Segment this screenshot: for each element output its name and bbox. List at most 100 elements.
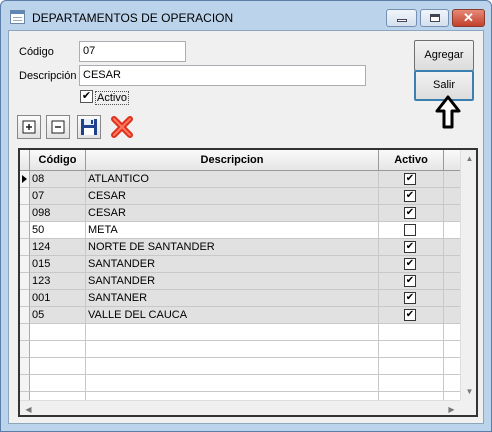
table-row[interactable]: 50 META [20,222,460,239]
row-selector[interactable] [20,273,30,290]
row-selector[interactable] [20,256,30,273]
title-bar[interactable]: DEPARTAMENTOS DE OPERACION ✕ [1,1,491,31]
cell-codigo[interactable] [30,358,86,375]
cell-descripcion[interactable]: CESAR [86,205,379,222]
cell-codigo[interactable] [30,341,86,358]
row-selector[interactable] [20,171,30,188]
close-button[interactable]: ✕ [452,9,485,27]
cell-codigo[interactable]: 124 [30,239,86,256]
scroll-left-icon[interactable]: ◀ [20,401,37,415]
empty-table-row[interactable] [20,358,460,375]
cell-descripcion[interactable]: ATLANTICO [86,171,379,188]
codigo-field[interactable]: 07 [79,41,186,62]
cell-descripcion[interactable]: NORTE DE SANTANDER [86,239,379,256]
red-x-icon [111,116,133,138]
activo-cell-checkbox[interactable] [404,224,416,236]
table-row[interactable]: 123 SANTANDER ✔ [20,273,460,290]
cell-activo[interactable] [379,341,444,358]
add-row-button[interactable] [17,115,41,139]
cell-activo[interactable]: ✔ [379,273,444,290]
cell-descripcion[interactable]: VALLE DEL CAUCA [86,307,379,324]
cell-codigo[interactable]: 001 [30,290,86,307]
row-selector[interactable] [20,290,30,307]
row-selector[interactable] [20,188,30,205]
row-selector[interactable] [20,341,30,358]
cell-codigo[interactable] [30,375,86,392]
cell-descripcion[interactable] [86,341,379,358]
cell-codigo[interactable]: 50 [30,222,86,239]
cell-codigo[interactable]: 123 [30,273,86,290]
column-header-codigo[interactable]: Código [30,150,86,171]
scroll-right-icon[interactable]: ▶ [443,401,460,415]
empty-table-row[interactable] [20,324,460,341]
activo-cell-checkbox[interactable]: ✔ [404,309,416,321]
activo-cell-checkbox[interactable]: ✔ [404,190,416,202]
table-row[interactable]: 124 NORTE DE SANTANDER ✔ [20,239,460,256]
cell-activo[interactable] [379,222,444,239]
agregar-button[interactable]: Agregar [414,40,474,71]
cell-activo[interactable]: ✔ [379,171,444,188]
horizontal-scrollbar[interactable]: ◀ ▶ [20,400,460,415]
cell-activo[interactable]: ✔ [379,205,444,222]
cell-blank [444,222,460,239]
scroll-up-icon[interactable]: ▲ [461,150,476,167]
activo-cell-checkbox[interactable]: ✔ [404,173,416,185]
row-selector[interactable] [20,307,30,324]
cell-codigo[interactable]: 098 [30,205,86,222]
descripcion-field[interactable]: CESAR [79,65,366,86]
cell-blank [444,290,460,307]
delete-button[interactable] [108,113,136,141]
table-row[interactable]: 098 CESAR ✔ [20,205,460,222]
table-row[interactable]: 05 VALLE DEL CAUCA ✔ [20,307,460,324]
scroll-down-icon[interactable]: ▼ [461,383,476,400]
table-row[interactable]: 07 CESAR ✔ [20,188,460,205]
cell-descripcion[interactable]: SANTANDER [86,256,379,273]
cell-activo[interactable]: ✔ [379,290,444,307]
remove-row-button[interactable] [46,115,70,139]
row-selector[interactable] [20,375,30,392]
cell-descripcion[interactable]: SANTANER [86,290,379,307]
cell-descripcion[interactable]: SANTANDER [86,273,379,290]
cell-codigo[interactable]: 015 [30,256,86,273]
activo-cell-checkbox[interactable]: ✔ [404,207,416,219]
codigo-label: Código [19,46,54,58]
row-selector[interactable] [20,324,30,341]
activo-cell-checkbox[interactable]: ✔ [404,292,416,304]
empty-table-row[interactable] [20,341,460,358]
activo-cell-checkbox[interactable]: ✔ [404,275,416,287]
cell-codigo[interactable]: 07 [30,188,86,205]
cell-codigo[interactable]: 05 [30,307,86,324]
table-row[interactable]: 08 ATLANTICO ✔ [20,171,460,188]
cell-descripcion[interactable]: CESAR [86,188,379,205]
cell-activo[interactable]: ✔ [379,307,444,324]
maximize-button[interactable] [420,9,449,27]
cell-activo[interactable]: ✔ [379,256,444,273]
activo-cell-checkbox[interactable]: ✔ [404,258,416,270]
row-selector[interactable] [20,205,30,222]
cell-activo[interactable]: ✔ [379,188,444,205]
row-selector[interactable] [20,239,30,256]
activo-checkbox[interactable]: ✔ [80,90,93,103]
table-row[interactable]: 001 SANTANER ✔ [20,290,460,307]
cell-blank [444,239,460,256]
vertical-scrollbar[interactable]: ▲ ▼ [460,150,476,400]
cell-activo[interactable] [379,358,444,375]
cell-descripcion[interactable] [86,375,379,392]
row-selector[interactable] [20,358,30,375]
save-button[interactable] [77,115,101,139]
cell-descripcion[interactable] [86,324,379,341]
activo-cell-checkbox[interactable]: ✔ [404,241,416,253]
table-row[interactable]: 015 SANTANDER ✔ [20,256,460,273]
minimize-button[interactable] [386,9,417,27]
cell-descripcion[interactable] [86,358,379,375]
cell-activo[interactable] [379,375,444,392]
cell-codigo[interactable]: 08 [30,171,86,188]
empty-table-row[interactable] [20,375,460,392]
cell-activo[interactable] [379,324,444,341]
row-selector[interactable] [20,222,30,239]
cell-codigo[interactable] [30,324,86,341]
column-header-descripcion[interactable]: Descripcion [86,150,379,171]
cell-activo[interactable]: ✔ [379,239,444,256]
cell-descripcion[interactable]: META [86,222,379,239]
column-header-activo[interactable]: Activo [379,150,444,171]
